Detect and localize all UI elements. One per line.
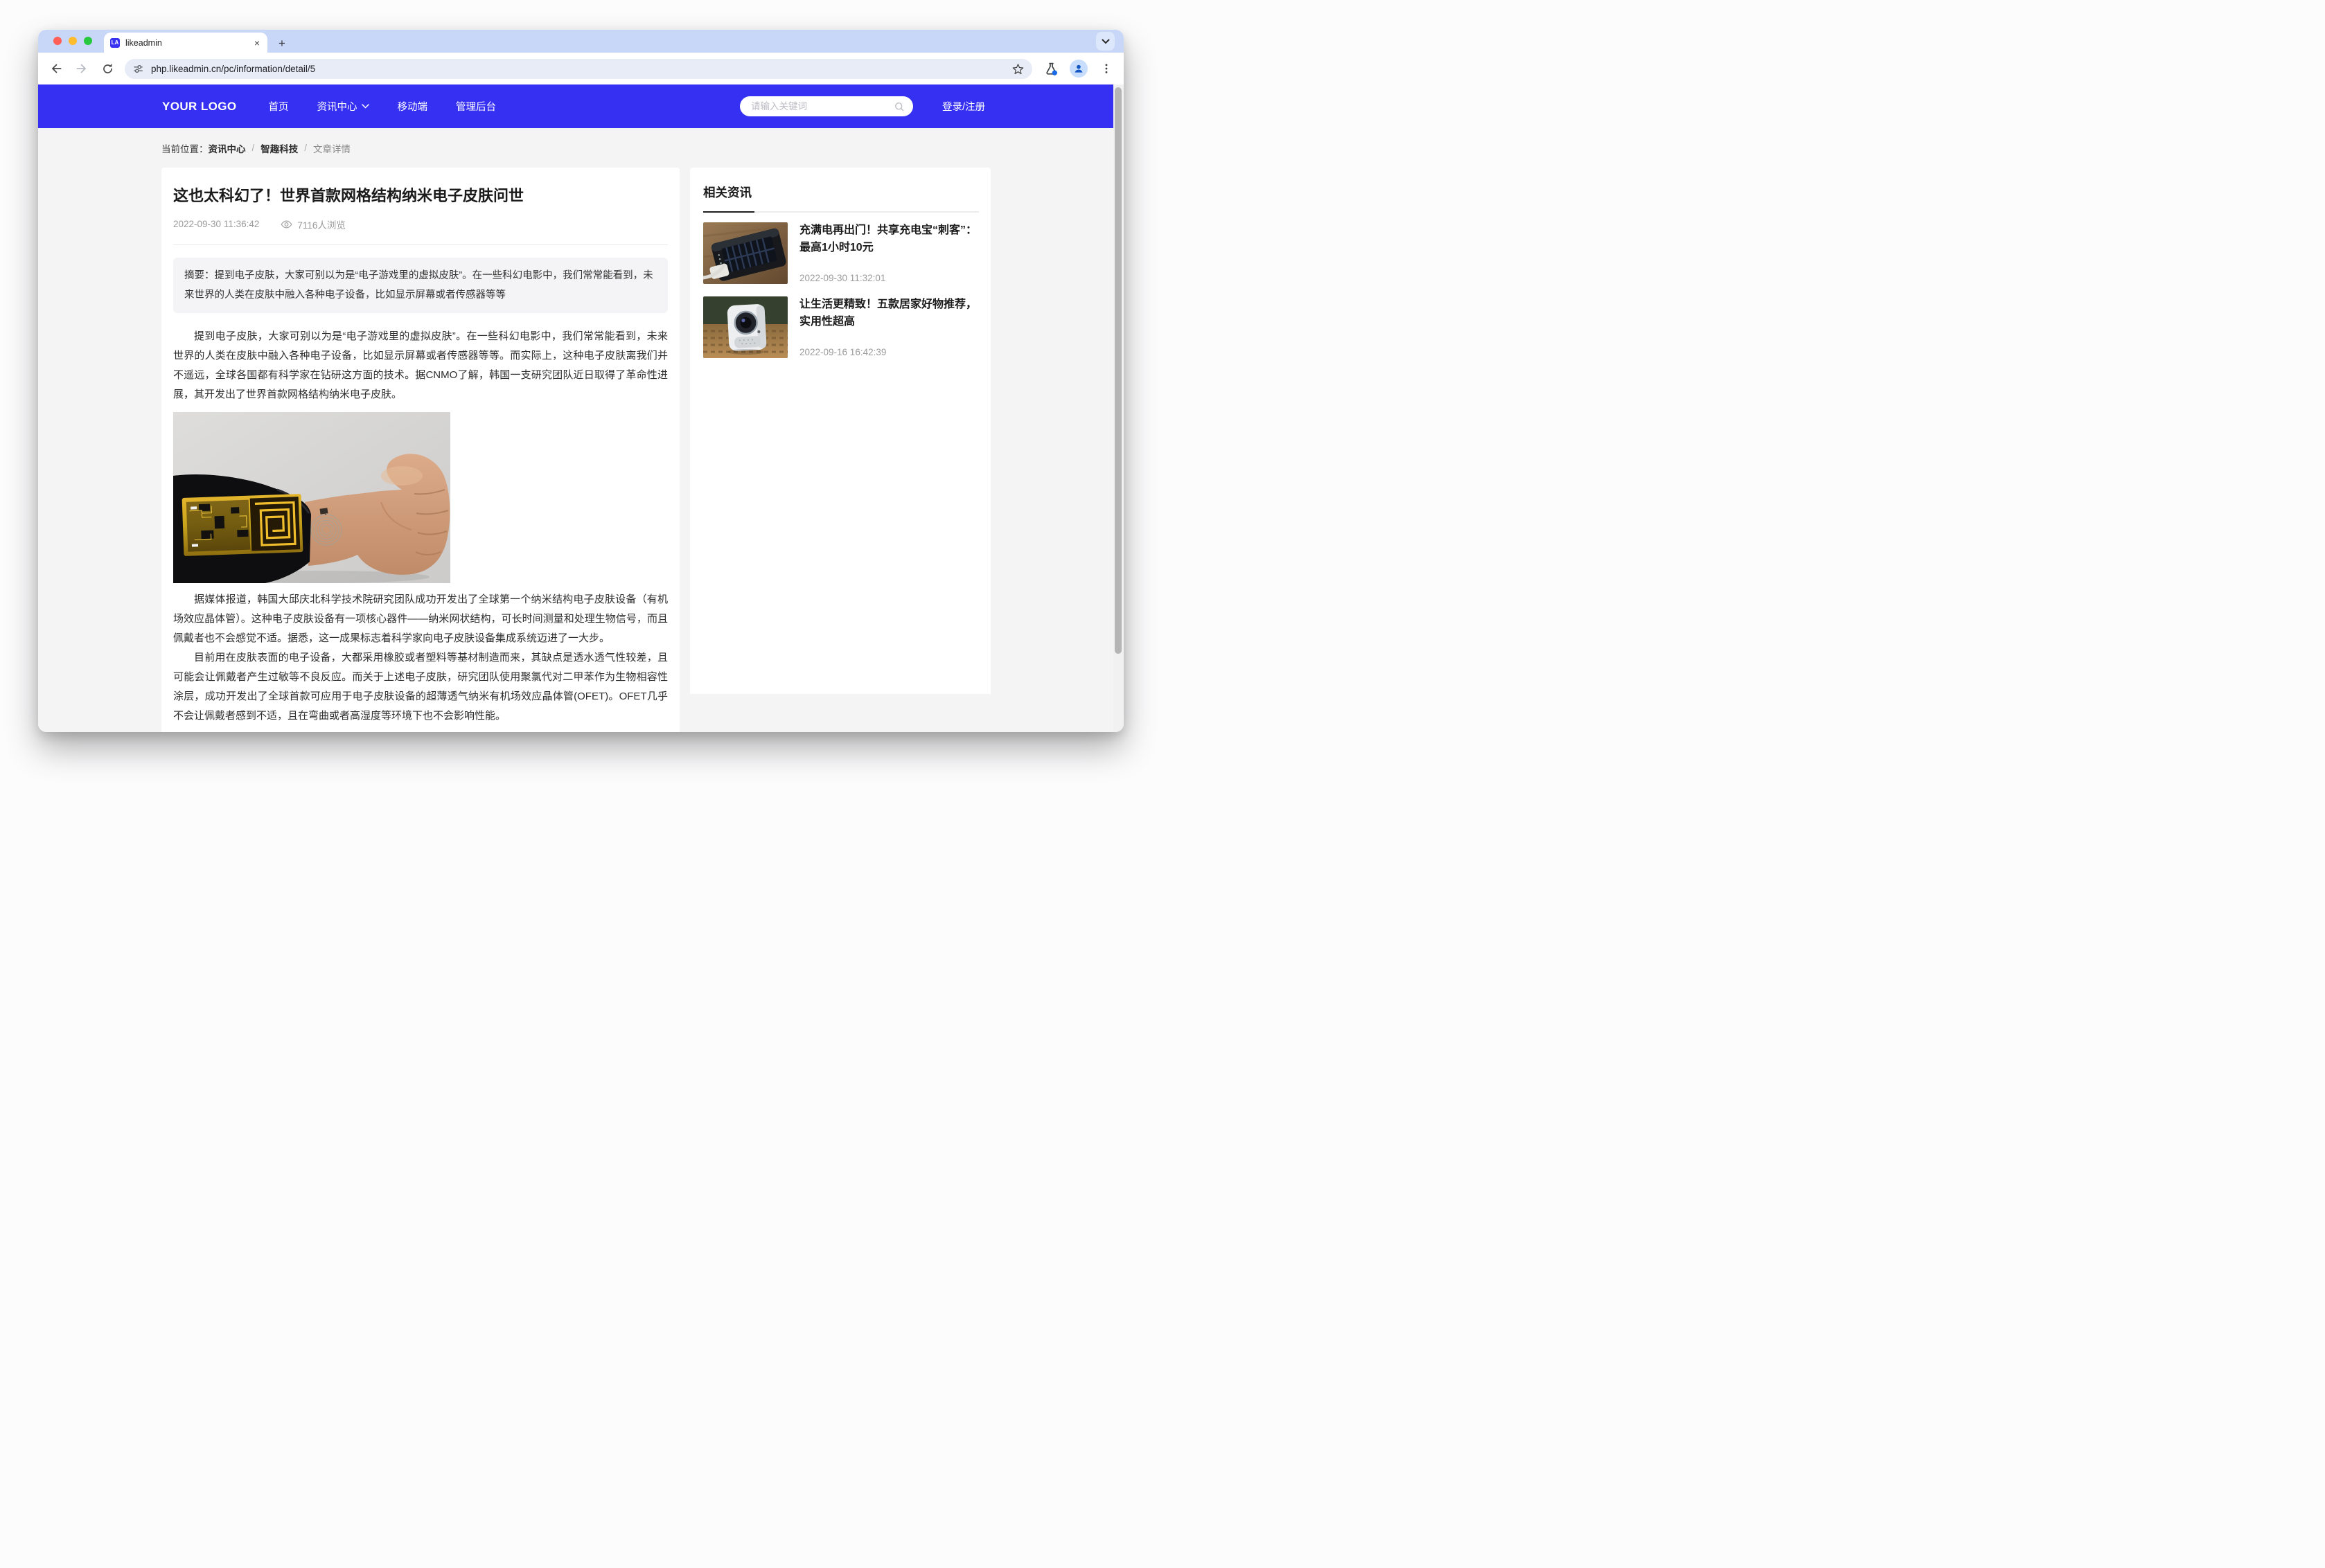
article-summary: 摘要：提到电子皮肤，大家可别以为是“电子游戏里的虚拟皮肤”。在一些科幻电影中，我… [173, 258, 668, 314]
site-settings-icon[interactable] [132, 63, 144, 75]
search-input[interactable] [751, 101, 894, 112]
site-favicon: LA [110, 38, 120, 48]
chevron-down-icon [1102, 39, 1110, 44]
login-register-link[interactable]: 登录/注册 [942, 99, 985, 114]
reload-button[interactable] [99, 60, 116, 77]
window-controls [53, 37, 92, 45]
site-header: YOUR LOGO 首页 资讯中心 移动端 管理后台 [38, 84, 1124, 128]
browser-toolbar: php.likeadmin.cn/pc/information/detail/5 [38, 53, 1124, 84]
related-news-item[interactable]: 充满电再出门！共享充电宝“刺客”：最高1小时10元 2022-09-30 11:… [703, 222, 979, 284]
article-meta: 2022-09-30 11:36:42 7116人浏览 [173, 217, 668, 231]
related-news-heading: 相关资讯 [703, 184, 979, 201]
zoom-window-button[interactable] [84, 37, 92, 45]
divider [173, 244, 668, 245]
article-image [173, 412, 450, 583]
heading-underline [703, 211, 979, 213]
address-bar[interactable]: php.likeadmin.cn/pc/information/detail/5 [125, 59, 1032, 79]
site-logo[interactable]: YOUR LOGO [162, 100, 237, 114]
related-news-thumbnail-powerbank[interactable] [703, 222, 788, 284]
tab-strip: LA likeadmin × + [38, 30, 1124, 53]
breadcrumb-category[interactable]: 智趣科技 [260, 141, 298, 155]
related-news-date: 2022-09-30 11:32:01 [799, 273, 979, 284]
breadcrumb-prefix: 当前位置： [161, 141, 209, 155]
article-paragraph: 提到电子皮肤，大家可别以为是“电子游戏里的虚拟皮肤”。在一些科幻电影中，我们常常… [173, 327, 668, 404]
article-views: 7116人浏览 [281, 217, 346, 231]
search-box[interactable] [740, 96, 913, 116]
nav-item-mobile[interactable]: 移动端 [398, 99, 428, 114]
scrollbar-thumb[interactable] [1115, 87, 1122, 654]
nav-item-admin[interactable]: 管理后台 [456, 99, 496, 114]
tab-close-icon[interactable]: × [253, 37, 261, 49]
article-paragraph: 据媒体报道，韩国大邱庆北科学技术院研究团队成功开发出了全球第一个纳米结构电子皮肤… [173, 590, 668, 648]
breadcrumb-separator: / [304, 143, 307, 153]
close-window-button[interactable] [53, 37, 62, 45]
breadcrumb-news-center[interactable]: 资讯中心 [209, 141, 246, 155]
article-date: 2022-09-30 11:36:42 [173, 219, 259, 229]
breadcrumb: 当前位置： 资讯中心 / 智趣科技 / 文章详情 [38, 128, 1124, 168]
article-card: 这也太科幻了！世界首款网格结构纳米电子皮肤问世 2022-09-30 11:36… [161, 168, 680, 732]
experiments-button[interactable] [1043, 60, 1059, 77]
star-icon [1011, 62, 1025, 75]
nav-item-news-center[interactable]: 资讯中心 [317, 99, 369, 114]
back-button[interactable] [48, 60, 64, 77]
page-scrollbar[interactable] [1113, 84, 1124, 732]
browser-window: LA likeadmin × + [38, 30, 1124, 732]
related-news-card: 相关资讯 [690, 168, 991, 694]
related-news-date: 2022-09-16 16:42:39 [799, 347, 979, 358]
eye-icon [281, 220, 292, 229]
flask-icon [1044, 62, 1059, 76]
article-title: 这也太科幻了！世界首款网格结构纳米电子皮肤问世 [173, 186, 668, 207]
breadcrumb-separator: / [252, 143, 255, 153]
content-area: 这也太科幻了！世界首款网格结构纳米电子皮肤问世 2022-09-30 11:36… [38, 168, 1124, 732]
browser-tab[interactable]: LA likeadmin × [104, 33, 267, 53]
reload-icon [101, 62, 114, 75]
minimize-window-button[interactable] [69, 37, 77, 45]
tab-search-button[interactable] [1096, 32, 1115, 51]
related-news-title[interactable]: 充满电再出门！共享充电宝“刺客”：最高1小时10元 [799, 222, 979, 257]
bookmark-button[interactable] [1011, 62, 1025, 75]
tab-title: likeadmin [125, 38, 162, 48]
main-nav: 首页 资讯中心 移动端 管理后台 [269, 99, 497, 114]
profile-avatar[interactable] [1070, 60, 1088, 78]
article-body: 提到电子皮肤，大家可别以为是“电子游戏里的虚拟皮肤”。在一些科幻电影中，我们常常… [173, 327, 668, 726]
new-tab-button[interactable]: + [279, 37, 285, 49]
forward-arrow-icon [75, 62, 89, 75]
search-icon[interactable] [894, 101, 905, 112]
forward-button[interactable] [73, 60, 90, 77]
article-paragraph: 目前用在皮肤表面的电子设备，大都采用橡胶或者塑料等基材制造而来，其缺点是透水透气… [173, 648, 668, 726]
chevron-down-icon [362, 104, 369, 109]
url-text[interactable]: php.likeadmin.cn/pc/information/detail/5 [151, 64, 315, 74]
back-arrow-icon [49, 62, 63, 75]
breadcrumb-current: 文章详情 [313, 141, 351, 155]
related-news-item[interactable]: 让生活更精致！五款居家好物推荐，实用性超高 2022-09-16 16:42:3… [703, 296, 979, 358]
browser-menu-button[interactable] [1098, 60, 1115, 77]
related-news-thumbnail-projector[interactable] [703, 296, 788, 358]
nav-item-home[interactable]: 首页 [269, 99, 289, 114]
three-dot-menu-icon [1100, 62, 1113, 75]
page-viewport: YOUR LOGO 首页 资讯中心 移动端 管理后台 [38, 84, 1124, 732]
related-news-title[interactable]: 让生活更精致！五款居家好物推荐，实用性超高 [799, 296, 979, 331]
person-icon [1072, 62, 1085, 75]
